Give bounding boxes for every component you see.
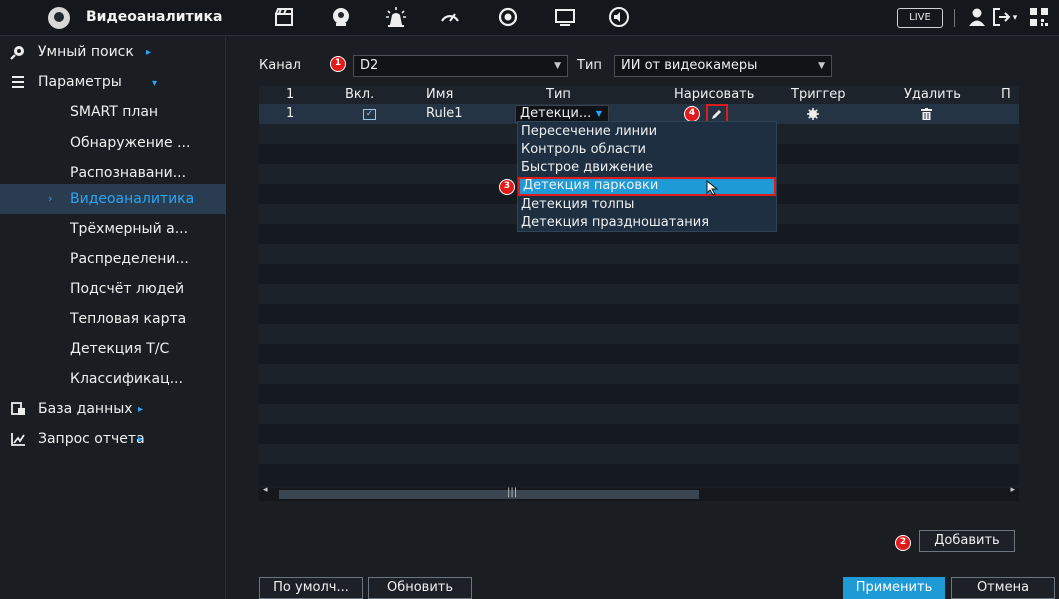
col-draw: Нарисовать — [674, 87, 755, 102]
table-row-empty — [259, 264, 1019, 284]
app-title: Видеоаналитика — [86, 9, 223, 25]
database-icon — [11, 402, 25, 415]
dropdown-option-crowd-detection[interactable]: Детекция толпы — [518, 196, 776, 215]
smart-search-icon — [10, 46, 24, 60]
default-button[interactable]: По умолч... — [259, 577, 363, 599]
table-row-empty — [259, 464, 1019, 484]
dropdown-option-parking-detection[interactable]: Детекция парковки — [518, 177, 776, 196]
sidebar-item-video-analytics[interactable]: › Видеоаналитика — [0, 184, 226, 214]
list-icon — [12, 76, 24, 88]
active-chevron-icon: › — [48, 192, 53, 205]
type-label: Тип — [577, 58, 602, 73]
sidebar: Умный поиск ▸ Параметры ▾ SMART план Обн… — [0, 37, 226, 599]
col-name: Имя — [426, 87, 454, 102]
col-trigger: Триггер — [791, 87, 846, 102]
sidebar-item-vehicle-detection[interactable]: Детекция Т/С — [0, 334, 226, 364]
step-badge-4: 4 — [684, 106, 700, 122]
col-number: 1 — [286, 87, 295, 102]
qr-code-icon[interactable] — [1027, 6, 1051, 30]
user-icon[interactable] — [965, 6, 989, 30]
table-row-empty — [259, 444, 1019, 464]
dropdown-option-fast-moving[interactable]: Быстрое движение — [518, 159, 776, 178]
dropdown-option-loitering-detection[interactable]: Детекция праздношатания — [518, 214, 776, 233]
divider — [954, 9, 955, 27]
display-icon[interactable] — [553, 6, 577, 30]
table-row-empty — [259, 244, 1019, 264]
maintenance-icon[interactable] — [496, 6, 520, 30]
logout-chevron-icon[interactable]: ▾ — [1003, 6, 1027, 30]
col-type: Тип — [546, 87, 571, 102]
table-row-empty — [259, 344, 1019, 364]
channel-select[interactable]: D2 ▼ — [353, 55, 568, 77]
sidebar-item-smart-plan[interactable]: SMART план — [0, 97, 226, 127]
trash-icon[interactable] — [921, 108, 932, 120]
apply-button[interactable]: Применить — [843, 577, 945, 599]
table-row-empty — [259, 364, 1019, 384]
table-row-empty — [259, 324, 1019, 344]
expand-arrow-icon: ▸ — [146, 47, 152, 58]
row-number: 1 — [286, 106, 295, 121]
sidebar-item-heat-map[interactable]: Тепловая карта — [0, 304, 226, 334]
step-badge-1: 1 — [330, 56, 346, 72]
analytics-logo-icon — [48, 7, 70, 29]
step-badge-3: 3 — [499, 179, 515, 195]
expand-arrow-icon: ▸ — [138, 404, 144, 415]
step-badge-2: 2 — [895, 535, 911, 551]
report-chart-icon — [11, 433, 25, 446]
top-bar: Видеоаналитика LIVE ▾ — [0, 0, 1059, 36]
expand-arrow-icon: ▸ — [138, 434, 144, 445]
table-row-empty — [259, 424, 1019, 444]
sidebar-item-database[interactable]: База данных ▸ — [0, 394, 226, 424]
table-row-empty — [259, 384, 1019, 404]
sidebar-item-3d[interactable]: Трёхмерный а... — [0, 214, 226, 244]
enabled-checkbox[interactable]: ✓ — [363, 109, 376, 120]
sidebar-item-report[interactable]: Запрос отчета ▸ — [0, 424, 226, 454]
pencil-icon[interactable] — [711, 108, 723, 120]
add-button[interactable]: Добавить — [919, 530, 1015, 552]
type-select[interactable]: ИИ от видеокамеры ▼ — [614, 55, 832, 77]
dropdown-option-area-control[interactable]: Контроль области — [518, 141, 776, 160]
gear-icon[interactable] — [807, 108, 819, 120]
collapse-arrow-icon: ▾ — [152, 78, 158, 89]
face-analytics-icon[interactable] — [329, 6, 353, 30]
cursor-pointer-icon — [706, 180, 719, 196]
sidebar-item-parameters[interactable]: Параметры ▾ — [0, 67, 226, 97]
dropdown-option-line-crossing[interactable]: Пересечение линии — [518, 123, 776, 142]
scroll-left-icon[interactable]: ◂ — [263, 485, 268, 495]
col-more: П — [1001, 87, 1011, 102]
sidebar-item-classification[interactable]: Классификац... — [0, 364, 226, 394]
audio-icon[interactable] — [607, 6, 631, 30]
sidebar-item-detection[interactable]: Обнаружение ... — [0, 128, 226, 158]
performance-icon[interactable] — [438, 6, 462, 30]
sidebar-item-smart-search[interactable]: Умный поиск ▸ — [0, 37, 226, 67]
sidebar-item-people-count[interactable]: Подсчёт людей — [0, 274, 226, 304]
chevron-down-icon: ▼ — [554, 61, 561, 71]
refresh-button[interactable]: Обновить — [368, 577, 472, 599]
sidebar-item-distribution[interactable]: Распределени... — [0, 244, 226, 274]
rule-type-dropdown: Пересечение линии Контроль области Быстр… — [517, 121, 777, 232]
alarm-icon[interactable] — [384, 6, 408, 30]
clapperboard-icon[interactable] — [272, 6, 296, 30]
col-enabled: Вкл. — [345, 87, 375, 102]
rule-name: Rule1 — [426, 106, 463, 121]
live-button[interactable]: LIVE — [897, 8, 943, 28]
chevron-down-icon: ▼ — [818, 61, 825, 71]
scroll-right-icon[interactable]: ▸ — [1010, 485, 1015, 495]
cancel-button[interactable]: Отмена — [951, 577, 1055, 599]
horizontal-scrollbar[interactable]: ◂ ||| ▸ — [259, 485, 1019, 501]
scroll-thumb[interactable]: ||| — [279, 487, 699, 499]
grip-icon: ||| — [507, 487, 518, 498]
channel-label: Канал — [259, 58, 301, 73]
table-row-empty — [259, 304, 1019, 324]
table-row-empty — [259, 284, 1019, 304]
table-row-empty — [259, 404, 1019, 424]
chevron-down-icon: ▼ — [595, 109, 602, 118]
col-delete: Удалить — [904, 87, 961, 102]
table-header: 1 Вкл. Имя Тип Нарисовать Триггер Удалит… — [259, 86, 1019, 104]
